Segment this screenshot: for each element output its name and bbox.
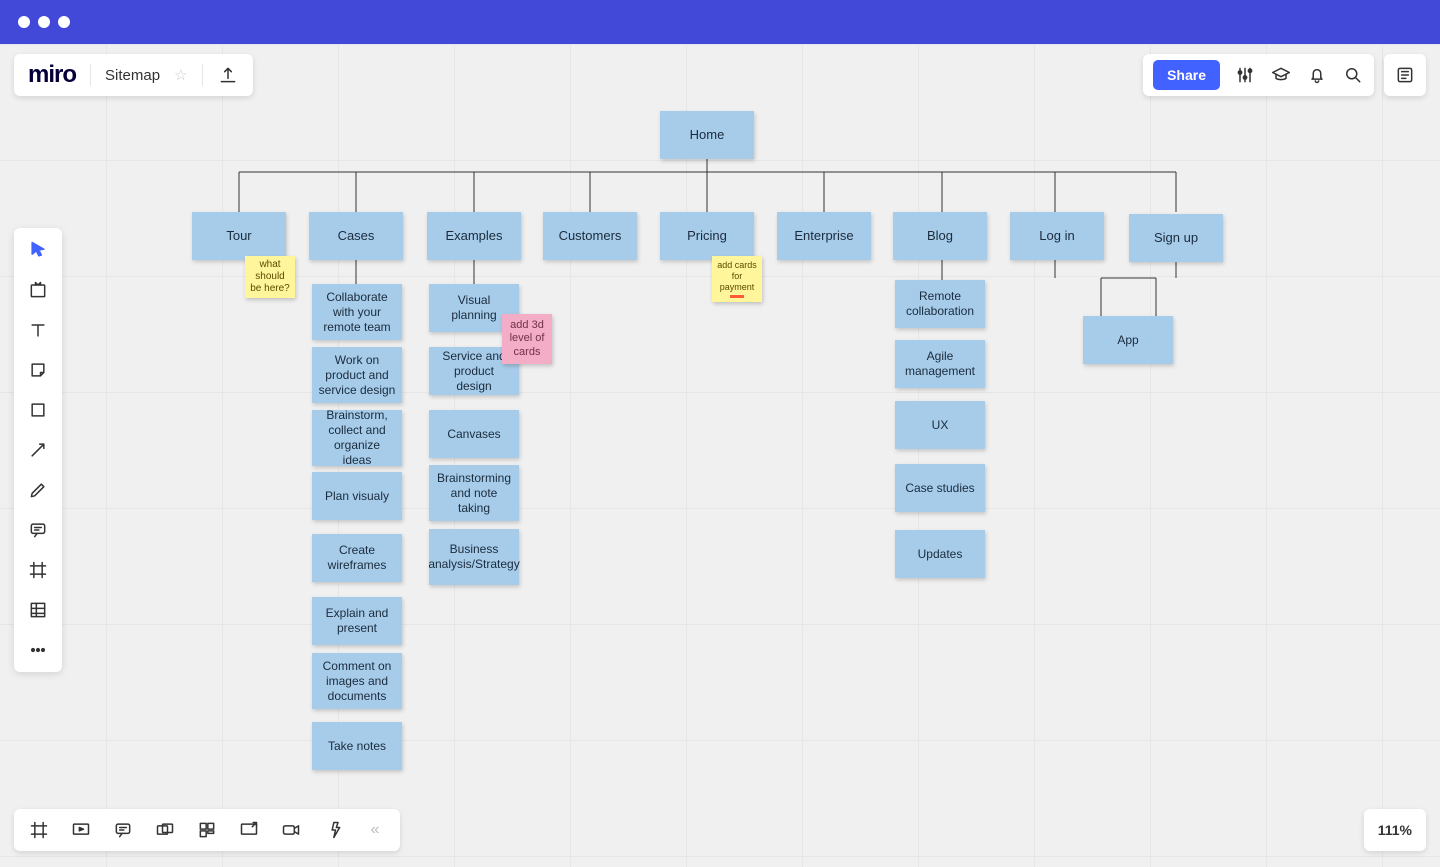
table-tool[interactable]	[26, 598, 50, 622]
note-text: what should be here?	[249, 259, 291, 295]
sticky-tool[interactable]	[26, 358, 50, 382]
shape-tool[interactable]	[26, 398, 50, 422]
text-tool[interactable]	[26, 318, 50, 342]
frames-icon[interactable]	[28, 819, 50, 841]
board-header: miro Sitemap ☆	[14, 54, 253, 96]
note-text: add cards for payment	[716, 260, 758, 292]
comment-tool[interactable]	[26, 518, 50, 542]
screen-share-icon[interactable]	[238, 819, 260, 841]
traffic-light-close[interactable]	[18, 16, 30, 28]
bell-icon[interactable]	[1306, 64, 1328, 86]
present-icon[interactable]	[70, 819, 92, 841]
card-customers[interactable]: Customers	[543, 212, 637, 260]
card-login[interactable]: Log in	[1010, 212, 1104, 260]
card-cases-6[interactable]: Comment on images and documents	[312, 653, 402, 709]
share-button[interactable]: Share	[1153, 60, 1220, 90]
template-tool[interactable]	[26, 278, 50, 302]
top-right-controls: Share	[1143, 54, 1426, 96]
zoom-level[interactable]: 111%	[1364, 809, 1426, 851]
bottom-toolbar: «	[14, 809, 400, 851]
search-icon[interactable]	[1342, 64, 1364, 86]
card-examples-4[interactable]: Business analysis/Strategy	[429, 529, 519, 585]
card-cases-5[interactable]: Explain and present	[312, 597, 402, 645]
card-blog-3[interactable]: Case studies	[895, 464, 985, 512]
pen-tool[interactable]	[26, 478, 50, 502]
notes-panel-icon[interactable]	[1394, 64, 1416, 86]
activity-icon[interactable]	[322, 819, 344, 841]
frame-tool[interactable]	[26, 558, 50, 582]
more-tools[interactable]	[26, 638, 50, 662]
video-icon[interactable]	[280, 819, 302, 841]
card-cases[interactable]: Cases	[309, 212, 403, 260]
learn-icon[interactable]	[1270, 64, 1292, 86]
canvas[interactable]	[0, 44, 1440, 867]
window-chrome	[0, 0, 1440, 44]
toolbar	[14, 228, 62, 672]
card-examples-3[interactable]: Brainstorming and note taking	[429, 465, 519, 521]
export-icon[interactable]	[217, 64, 239, 86]
card-enterprise[interactable]: Enterprise	[777, 212, 871, 260]
card-blog-2[interactable]: UX	[895, 401, 985, 449]
note-pricing[interactable]: add cards for payment	[712, 256, 762, 302]
note-text: add 3d level of cards	[506, 319, 548, 359]
divider	[90, 64, 91, 86]
divider	[202, 64, 203, 86]
line-tool[interactable]	[26, 438, 50, 462]
note-examples[interactable]: add 3d level of cards	[502, 314, 552, 364]
card-blog[interactable]: Blog	[893, 212, 987, 260]
card-blog-1[interactable]: Agile management	[895, 340, 985, 388]
card-cases-2[interactable]: Brainstorm, collect and organize ideas	[312, 410, 402, 466]
card-cases-0[interactable]: Collaborate with your remote team	[312, 284, 402, 340]
chat-icon[interactable]	[112, 819, 134, 841]
cards-icon[interactable]	[154, 819, 176, 841]
card-pricing[interactable]: Pricing	[660, 212, 754, 260]
card-blog-4[interactable]: Updates	[895, 530, 985, 578]
note-tag	[730, 295, 744, 298]
settings-icon[interactable]	[1234, 64, 1256, 86]
grid-icon[interactable]	[196, 819, 218, 841]
app-logo[interactable]: miro	[28, 61, 76, 89]
board-title[interactable]: Sitemap	[105, 67, 160, 84]
card-tour[interactable]: Tour	[192, 212, 286, 260]
traffic-light-zoom[interactable]	[58, 16, 70, 28]
card-cases-1[interactable]: Work on product and service design	[312, 347, 402, 403]
select-tool[interactable]	[26, 238, 50, 262]
card-examples[interactable]: Examples	[427, 212, 521, 260]
card-examples-2[interactable]: Canvases	[429, 410, 519, 458]
card-cases-4[interactable]: Create wireframes	[312, 534, 402, 582]
card-app[interactable]: App	[1083, 316, 1173, 364]
star-icon[interactable]: ☆	[174, 66, 187, 84]
card-cases-3[interactable]: Plan visualy	[312, 472, 402, 520]
card-blog-0[interactable]: Remote collaboration	[895, 280, 985, 328]
note-tour[interactable]: what should be here?	[245, 256, 295, 298]
card-signup[interactable]: Sign up	[1129, 214, 1223, 262]
collapse-icon[interactable]: «	[364, 819, 386, 841]
card-home[interactable]: Home	[660, 111, 754, 159]
traffic-light-minimize[interactable]	[38, 16, 50, 28]
card-cases-7[interactable]: Take notes	[312, 722, 402, 770]
